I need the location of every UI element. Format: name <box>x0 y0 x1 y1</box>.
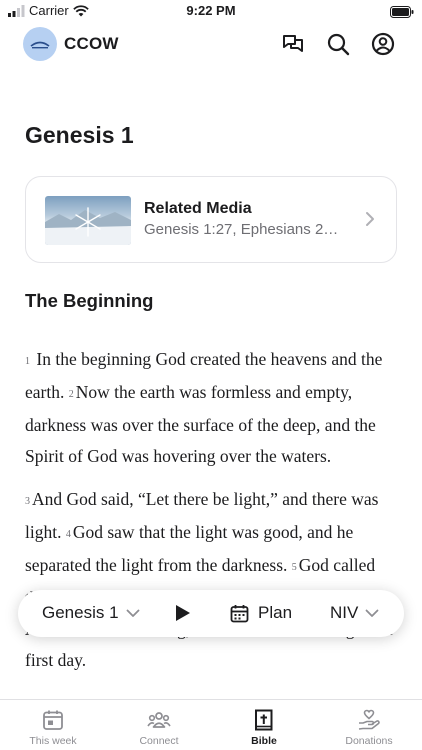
play-icon[interactable] <box>175 604 191 622</box>
tab-this-week[interactable]: This week <box>0 708 106 747</box>
verse-number: 2 <box>68 389 74 400</box>
chevron-down-icon <box>365 609 379 617</box>
plan-label: Plan <box>258 603 293 622</box>
status-bar: Carrier 9:22 PM <box>0 0 422 22</box>
calendar-icon <box>230 604 249 622</box>
donation-hand-icon <box>358 709 380 730</box>
tab-label: Bible <box>251 735 277 747</box>
verse-number: 3 <box>25 496 30 507</box>
plan-button[interactable]: Plan <box>230 603 292 623</box>
tab-bible[interactable]: Bible <box>211 708 317 747</box>
verse-text: Now the earth was formless and empty, da… <box>25 382 376 466</box>
tab-connect[interactable]: Connect <box>106 708 212 747</box>
calendar-icon <box>43 710 63 730</box>
paragraph: 3 And God said, “Let there be light,” and… <box>25 484 400 676</box>
search-button[interactable] <box>325 31 351 57</box>
logo-mark-icon <box>30 41 50 49</box>
tab-label: This week <box>29 735 77 747</box>
messages-icon <box>283 35 303 52</box>
tab-label: Connect <box>139 735 179 747</box>
bible-icon <box>255 709 273 731</box>
related-media-thumbnail <box>45 196 131 245</box>
paragraph: 1 In the beginning God created the heave… <box>25 344 400 472</box>
account-button[interactable] <box>370 31 396 57</box>
tab-label: Donations <box>345 735 393 747</box>
search-icon <box>327 33 350 56</box>
related-media-card[interactable]: Related Media Genesis 1:27, Ephesians 2… <box>25 176 397 263</box>
app-header: CCOW <box>0 24 422 64</box>
section-heading: The Beginning <box>25 290 154 311</box>
reader-toolbar: Genesis 1 Plan NIV <box>18 590 404 637</box>
people-icon <box>147 712 171 728</box>
battery-icon <box>390 5 414 23</box>
tab-donations[interactable]: Donations <box>316 708 422 747</box>
chapter-selector[interactable]: Genesis 1 <box>42 603 140 623</box>
tab-bar: This week Connect Bible Donations <box>0 699 422 750</box>
related-media-subtitle: Genesis 1:27, Ephesians 2… <box>144 221 339 238</box>
verse-number: 4 <box>65 529 71 540</box>
chapter-selector-label: Genesis 1 <box>42 603 119 622</box>
chapter-title: Genesis 1 <box>25 122 134 148</box>
account-icon <box>371 32 395 56</box>
app-title: CCOW <box>64 34 119 53</box>
church-logo[interactable] <box>23 27 57 61</box>
version-label: NIV <box>330 603 359 622</box>
related-media-title: Related Media <box>144 200 252 217</box>
verse-number: 1 <box>25 356 30 367</box>
verse-number: 5 <box>291 562 297 573</box>
status-time: 9:22 PM <box>186 3 236 18</box>
version-selector[interactable]: NIV <box>330 603 379 623</box>
messages-button[interactable] <box>280 31 306 57</box>
chevron-down-icon <box>126 609 139 617</box>
chevron-right-icon <box>366 212 374 226</box>
